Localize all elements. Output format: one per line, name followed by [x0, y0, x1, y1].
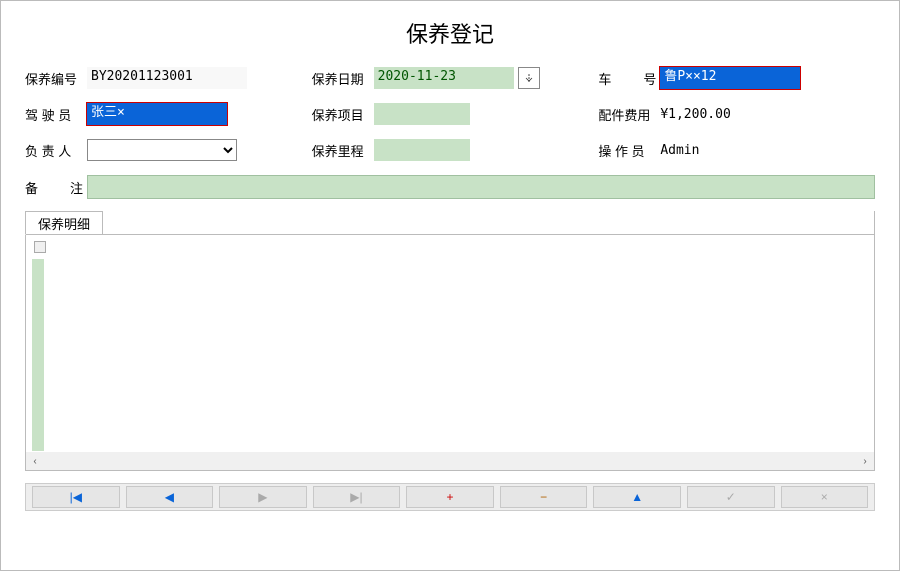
value-vehicle[interactable]: 鲁P××12: [660, 67, 800, 89]
navigator-toolbar: |◀ ◀ ▶ ▶| + − ▲ ✓ ×: [25, 483, 875, 511]
grid-row-indicator: [32, 259, 44, 451]
field-id: 保养编号 BY20201123001: [25, 67, 302, 89]
field-driver: 驾 驶 员 张三×: [25, 103, 302, 125]
value-date[interactable]: 2020-11-23: [374, 67, 514, 89]
label-driver: 驾 驶 员: [25, 105, 83, 124]
value-parts-cost: ¥1,200.00: [660, 107, 730, 122]
nav-cancel-button[interactable]: ×: [781, 486, 869, 508]
field-item: 保养项目: [312, 103, 589, 125]
field-operator: 操 作 员 Admin: [598, 139, 875, 161]
form-title: 保养登记: [25, 17, 875, 49]
dropdown-dots-icon: [525, 73, 533, 83]
input-notes[interactable]: [87, 175, 875, 199]
nav-up-button[interactable]: ▲: [593, 486, 681, 508]
grid-corner-box: [34, 241, 46, 253]
date-dropdown-button[interactable]: [518, 67, 540, 89]
label-id: 保养编号: [25, 69, 83, 88]
label-vehicle: 车 号: [598, 69, 656, 88]
nav-remove-button[interactable]: −: [500, 486, 588, 508]
value-driver[interactable]: 张三×: [87, 103, 227, 125]
label-mileage: 保养里程: [312, 141, 370, 160]
field-parts-cost: 配件费用 ¥1,200.00: [598, 103, 875, 125]
horizontal-scrollbar[interactable]: ‹ ›: [26, 452, 874, 470]
detail-panel: 保养明细 ‹ ›: [25, 211, 875, 471]
label-responsible: 负 责 人: [25, 141, 83, 160]
field-responsible: 负 责 人: [25, 139, 302, 161]
nav-add-button[interactable]: +: [406, 486, 494, 508]
maintenance-form-window: 保养登记 保养编号 BY20201123001 保养日期 2020-11-23 …: [0, 0, 900, 571]
field-vehicle: 车 号 鲁P××12: [598, 67, 875, 89]
field-notes: 备 注: [25, 175, 875, 199]
value-mileage[interactable]: [374, 139, 470, 161]
value-operator: Admin: [660, 143, 699, 158]
nav-last-button[interactable]: ▶|: [313, 486, 401, 508]
select-responsible[interactable]: [87, 139, 237, 161]
tab-strip: 保养明细: [25, 211, 874, 235]
tab-detail[interactable]: 保养明细: [25, 211, 103, 235]
label-item: 保养项目: [312, 105, 370, 124]
label-notes: 备 注: [25, 178, 83, 197]
form-grid: 保养编号 BY20201123001 保养日期 2020-11-23 车 号 鲁…: [25, 67, 875, 199]
nav-next-button[interactable]: ▶: [219, 486, 307, 508]
nav-confirm-button[interactable]: ✓: [687, 486, 775, 508]
label-date: 保养日期: [312, 69, 370, 88]
label-parts-cost: 配件费用: [598, 105, 656, 124]
value-item[interactable]: [374, 103, 470, 125]
field-date: 保养日期 2020-11-23: [312, 67, 589, 89]
nav-prev-button[interactable]: ◀: [126, 486, 214, 508]
scroll-left-icon[interactable]: ‹: [26, 452, 44, 470]
scroll-right-icon[interactable]: ›: [856, 452, 874, 470]
detail-grid[interactable]: ‹ ›: [26, 234, 874, 470]
field-mileage: 保养里程: [312, 139, 589, 161]
nav-first-button[interactable]: |◀: [32, 486, 120, 508]
label-operator: 操 作 员: [598, 141, 656, 160]
value-id: BY20201123001: [87, 67, 247, 89]
